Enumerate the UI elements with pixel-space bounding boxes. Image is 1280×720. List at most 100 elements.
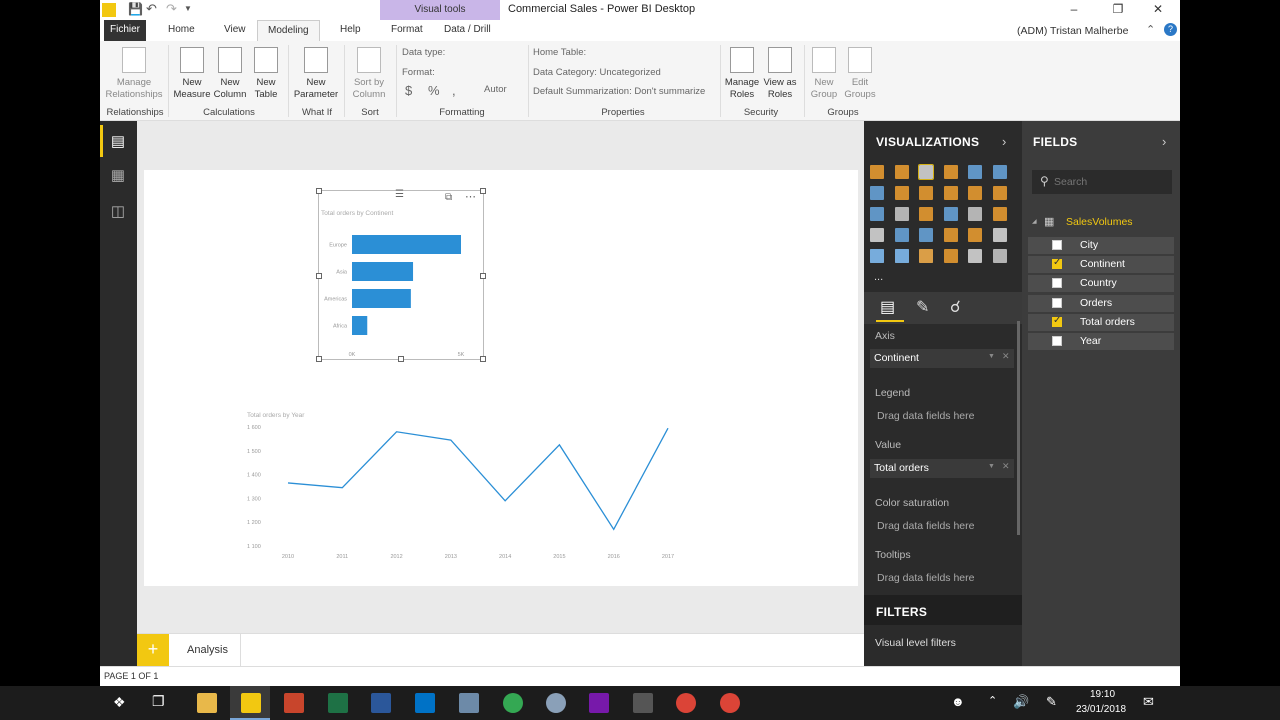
new-column-button[interactable]: New Column [212, 47, 248, 101]
tab-home[interactable]: Home [162, 20, 201, 41]
sort-by-column-button[interactable]: Sort by Column [348, 47, 390, 101]
line-point-2012[interactable] [395, 430, 398, 433]
table-name[interactable]: SalesVolumes [1066, 216, 1133, 228]
field-item-country[interactable]: Country [1028, 275, 1174, 293]
visual-type-icon[interactable] [919, 249, 933, 263]
tab-format[interactable]: Format [385, 20, 429, 41]
field-checkbox[interactable] [1052, 240, 1062, 250]
analytics-magnifier-icon[interactable]: ☌ [950, 297, 961, 317]
word-icon[interactable] [371, 693, 391, 713]
data-category-dropdown[interactable]: Data Category: Uncategorized [533, 67, 661, 78]
visual-type-icon[interactable] [919, 186, 933, 200]
visual-type-icon[interactable] [919, 228, 933, 242]
page-tab-analysis[interactable]: Analysis [169, 634, 241, 667]
notifications-icon[interactable]: ✉ [1143, 694, 1154, 710]
visual-type-icon[interactable] [919, 207, 933, 221]
visual-type-icon[interactable] [968, 186, 982, 200]
fields-tab-icon[interactable]: ▤ [880, 297, 895, 317]
fields-search-input[interactable] [1054, 173, 1164, 190]
volume-icon[interactable]: 🔊 [1013, 694, 1029, 710]
line-point-2016[interactable] [612, 528, 615, 531]
chrome-icon-2[interactable] [676, 693, 696, 713]
field-checkbox[interactable] [1052, 257, 1062, 270]
visual-type-icon[interactable] [870, 186, 884, 200]
quick-access-dropdown-icon[interactable]: ▼ [184, 4, 192, 13]
relationships-view-icon[interactable]: ◫ [109, 203, 127, 221]
new-measure-button[interactable]: New Measure [172, 47, 212, 101]
onenote-icon[interactable] [589, 693, 609, 713]
visual-type-icon[interactable] [870, 207, 884, 221]
close-icon[interactable]: ✕ [1138, 2, 1178, 18]
home-table-dropdown[interactable]: Home Table: [533, 47, 586, 58]
visual-type-icon[interactable] [894, 228, 909, 242]
bar-americas[interactable] [352, 289, 411, 308]
minimize-icon[interactable]: – [1054, 2, 1094, 18]
file-explorer-icon[interactable] [197, 693, 217, 713]
task-view-icon[interactable]: ❐ [152, 693, 165, 710]
new-group-button[interactable]: New Group [806, 47, 842, 101]
visual-type-icon[interactable] [943, 186, 958, 200]
table-expand-icon[interactable]: ◢ [1032, 218, 1037, 225]
bar-asia[interactable] [352, 262, 414, 281]
manage-roles-button[interactable]: Manage Roles [722, 47, 762, 101]
report-view-icon[interactable]: ▤ [109, 133, 127, 151]
clock-time[interactable]: 19:10 [1090, 689, 1115, 700]
bar-europe[interactable] [352, 235, 461, 254]
visual-type-icon[interactable] [943, 207, 958, 221]
undo-icon[interactable]: ↶ [146, 1, 157, 17]
powerbi-taskbar-icon[interactable] [241, 693, 261, 713]
manage-relationships-button[interactable]: Manage Relationships [104, 47, 164, 101]
visual-type-icon[interactable] [992, 186, 1007, 200]
visual-type-icon[interactable] [992, 228, 1007, 242]
legend-drop-zone[interactable]: Drag data fields here [877, 410, 974, 422]
color-saturation-drop-zone[interactable]: Drag data fields here [877, 520, 974, 532]
visual-type-icon[interactable] [894, 186, 909, 200]
data-view-icon[interactable]: ▦ [109, 167, 127, 185]
chrome-icon[interactable] [503, 693, 523, 713]
chrome-icon-3[interactable] [720, 693, 740, 713]
field-item-year[interactable]: Year [1028, 333, 1174, 350]
visual-type-icon[interactable] [968, 228, 982, 242]
redo-icon[interactable]: ↷ [166, 1, 177, 17]
visual-type-icon[interactable] [992, 249, 1007, 263]
tooltips-drop-zone[interactable]: Drag data fields here [877, 572, 974, 584]
visual-type-icon[interactable] [870, 249, 884, 263]
visual-type-icon[interactable] [870, 165, 884, 179]
field-item-orders[interactable]: Orders [1028, 294, 1174, 312]
fields-search-box[interactable]: ⚲ [1032, 170, 1172, 194]
line-point-2017[interactable] [667, 427, 670, 430]
bar-chart-visual[interactable]: ☰ ⧉ ⋯ Total orders by Continent Europe As… [316, 188, 486, 362]
line-point-2013[interactable] [449, 439, 452, 442]
field-checkbox[interactable] [1052, 336, 1062, 346]
app-icon-globe[interactable] [546, 693, 566, 713]
value-field-dropdown-icon[interactable]: ▼ [988, 463, 995, 470]
vis-scrollbar[interactable] [1017, 321, 1020, 535]
clock-date[interactable]: 23/01/2018 [1076, 704, 1126, 715]
bar-africa[interactable] [352, 316, 368, 335]
tab-view[interactable]: View [218, 20, 252, 41]
windows-start-icon[interactable]: ❖ [113, 694, 126, 711]
visual-type-icon[interactable] [968, 249, 982, 263]
collapse-fields-icon[interactable]: › [1162, 134, 1166, 149]
visual-type-icon[interactable] [943, 165, 958, 179]
tab-file[interactable]: Fichier [104, 20, 147, 41]
visual-type-icon[interactable] [918, 164, 934, 180]
field-checkbox[interactable] [1052, 297, 1062, 308]
collapse-visualizations-icon[interactable]: › [1002, 134, 1006, 149]
line-series[interactable] [287, 427, 669, 531]
collapse-ribbon-icon[interactable]: ⌃ [1146, 23, 1155, 36]
format-dropdown[interactable]: Format: [402, 67, 435, 78]
axis-field-remove-icon[interactable]: ✕ [1002, 351, 1010, 362]
decimal-places-input[interactable]: Autor [484, 84, 507, 95]
visual-type-icon[interactable] [894, 165, 909, 179]
visual-type-icon[interactable] [894, 207, 909, 221]
line-point-2014[interactable] [504, 499, 507, 502]
format-paint-roller-icon[interactable]: ✎ [916, 297, 929, 317]
field-checkbox[interactable] [1052, 278, 1062, 289]
app-icon-dax[interactable] [633, 693, 653, 713]
powerpoint-icon[interactable] [284, 693, 304, 713]
axis-field-dropdown-icon[interactable]: ▼ [988, 353, 995, 360]
visual-type-icon[interactable] [992, 207, 1007, 221]
line-point-2015[interactable] [558, 443, 561, 446]
value-field-remove-icon[interactable]: ✕ [1002, 461, 1010, 472]
